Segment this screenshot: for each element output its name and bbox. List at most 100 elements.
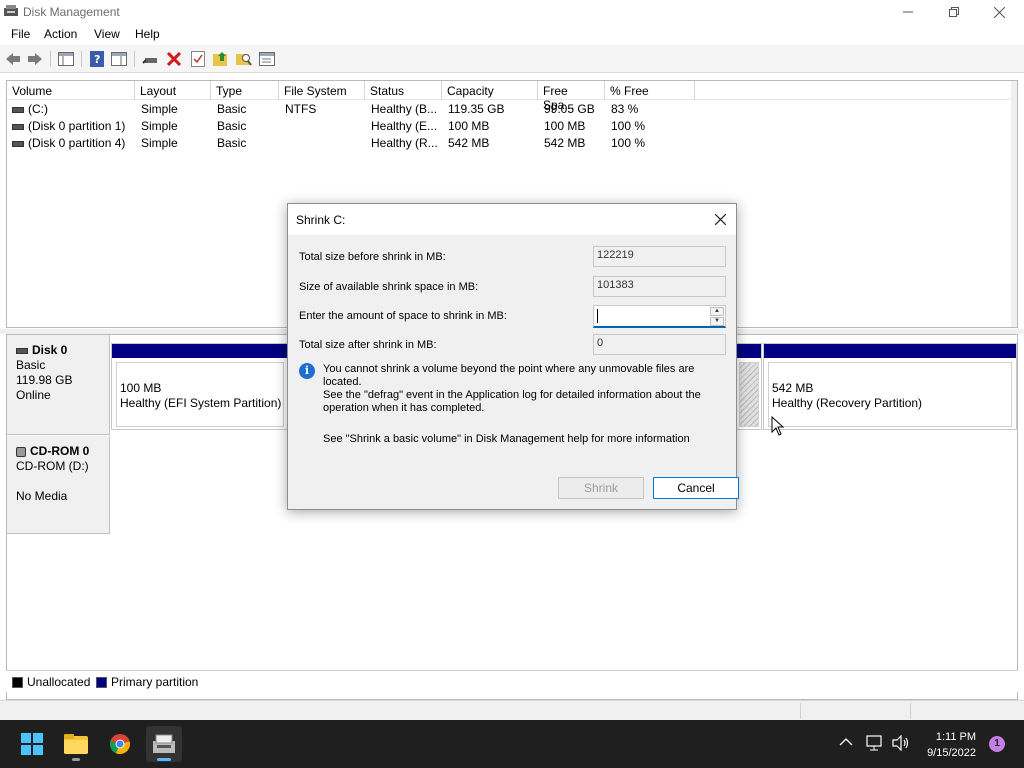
volume-name: (Disk 0 partition 4): [28, 136, 126, 150]
toolbar-separator: [81, 51, 82, 67]
check-document-icon: [191, 51, 205, 67]
legend-unallocated: Unallocated: [27, 675, 91, 689]
selected-partition-hatch: [739, 362, 759, 427]
col-header-capacity[interactable]: Capacity: [442, 81, 538, 100]
check-properties-button[interactable]: [189, 50, 207, 68]
windows-logo-icon: [21, 733, 43, 755]
col-header-layout[interactable]: Layout: [135, 81, 211, 100]
volume-button[interactable]: [892, 734, 910, 754]
cell-free-space: 99.05 GB: [544, 102, 595, 116]
dialog-title-bar: Shrink C:: [288, 204, 736, 235]
taskbar: 1:11 PM 9/15/2022 1: [0, 720, 1024, 768]
connect-disk-button[interactable]: [141, 50, 159, 68]
primary-partition-bar: [764, 344, 1016, 358]
spin-up-button[interactable]: ▲: [710, 307, 724, 316]
col-header-free-space[interactable]: Free Spa...: [538, 81, 605, 112]
network-button[interactable]: [866, 735, 884, 754]
cancel-button[interactable]: Cancel: [653, 477, 739, 499]
explore-button[interactable]: [235, 50, 253, 68]
menu-help[interactable]: Help: [135, 27, 160, 41]
open-folder-button[interactable]: [212, 50, 230, 68]
delete-button[interactable]: [165, 50, 183, 68]
status-bar: [0, 700, 1024, 720]
cell-status: Healthy (E...: [371, 119, 438, 133]
show-hidden-icons-button[interactable]: [839, 735, 853, 750]
disk-0-name-row: Disk 0: [16, 343, 109, 358]
status-segment: [800, 703, 910, 719]
cell-volume: (Disk 0 partition 1): [12, 119, 134, 133]
shrink-amount-input[interactable]: ▲ ▼: [593, 305, 726, 328]
efi-partition[interactable]: 100 MB Healthy (EFI System Partition): [111, 343, 289, 430]
cdrom-0-name: CD-ROM 0: [30, 444, 90, 458]
chevron-up-icon: [839, 738, 853, 746]
col-header-status[interactable]: Status: [365, 81, 442, 100]
cell-volume: (Disk 0 partition 4): [12, 136, 134, 150]
primary-partition-swatch: [96, 677, 107, 688]
console-tree-icon: [58, 52, 74, 66]
properties-window-icon: [259, 52, 275, 66]
properties-view-button[interactable]: [110, 50, 128, 68]
vertical-scrollbar[interactable]: [1011, 81, 1017, 327]
table-row[interactable]: (C:) Simple Basic NTFS Healthy (B... 119…: [7, 101, 1017, 118]
shrink-amount-label: Enter the amount of space to shrink in M…: [299, 310, 507, 322]
chrome-button[interactable]: [102, 726, 138, 762]
drive-icon: [12, 140, 24, 147]
folder-up-icon: [213, 52, 227, 66]
minimize-button[interactable]: [885, 0, 931, 24]
cell-file-system: NTFS: [285, 102, 317, 116]
col-header-type[interactable]: Type: [211, 81, 279, 100]
cdrom-0-label[interactable]: CD-ROM 0 CD-ROM (D:) No Media: [7, 436, 110, 534]
shrink-button[interactable]: Shrink: [558, 477, 644, 499]
help-button[interactable]: ?: [88, 50, 106, 68]
total-size-label: Total size before shrink in MB:: [299, 251, 446, 263]
drive-icon: [12, 106, 24, 113]
col-header-percent-free[interactable]: % Free: [605, 81, 695, 100]
clock[interactable]: 1:11 PM 9/15/2022: [927, 729, 976, 761]
legend-primary-partition: Primary partition: [111, 675, 199, 689]
mouse-cursor-icon: [771, 416, 785, 436]
cdrom-0-type: CD-ROM (D:): [16, 459, 89, 473]
recovery-partition-status: Healthy (Recovery Partition): [772, 396, 923, 410]
forward-button[interactable]: [26, 50, 44, 68]
spin-down-button[interactable]: ▼: [710, 317, 724, 326]
disk-management-icon: [153, 734, 175, 753]
recovery-partition[interactable]: 542 MB Healthy (Recovery Partition): [763, 343, 1017, 430]
after-shrink-label: Total size after shrink in MB:: [299, 339, 437, 351]
menu-file[interactable]: File: [11, 27, 30, 41]
cell-capacity: 542 MB: [448, 136, 490, 150]
properties-button[interactable]: [258, 50, 276, 68]
show-hide-console-tree-button[interactable]: [57, 50, 75, 68]
notification-badge[interactable]: 1: [989, 736, 1005, 752]
info-line-2: See the "defrag" event in the Applicatio…: [323, 389, 701, 401]
menu-action[interactable]: Action: [44, 27, 77, 41]
toolbar: ?: [0, 45, 1024, 73]
cell-layout: Simple: [141, 136, 178, 150]
menu-view[interactable]: View: [94, 27, 120, 41]
restore-button[interactable]: [931, 0, 977, 24]
title-bar: Disk Management: [0, 0, 1024, 24]
close-window-button[interactable]: [976, 0, 1022, 24]
cell-type: Basic: [217, 119, 247, 133]
table-row[interactable]: (Disk 0 partition 1) Simple Basic Health…: [7, 118, 1017, 135]
back-button[interactable]: [4, 50, 22, 68]
disk-0-size: 119.98 GB: [16, 373, 73, 387]
table-row[interactable]: (Disk 0 partition 4) Simple Basic Health…: [7, 135, 1017, 152]
disk-0-label[interactable]: Disk 0 Basic 119.98 GB Online: [7, 335, 110, 435]
disk-management-taskbar-button[interactable]: [146, 726, 182, 762]
menu-bar: File Action View Help: [0, 24, 1024, 45]
folder-icon: [64, 734, 88, 754]
primary-partition-bar: [737, 344, 761, 358]
file-explorer-button[interactable]: [58, 726, 94, 762]
info-line-1: You cannot shrink a volume beyond the po…: [323, 363, 695, 388]
dialog-close-button[interactable]: [706, 207, 734, 231]
chrome-icon: [109, 734, 130, 754]
start-button[interactable]: [14, 726, 50, 762]
col-header-volume[interactable]: Volume: [7, 81, 135, 100]
volume-name: (Disk 0 partition 1): [28, 119, 126, 133]
c-drive-partition[interactable]: [736, 343, 762, 430]
clock-time: 1:11 PM: [935, 731, 976, 743]
help-link-text[interactable]: See "Shrink a basic volume" in Disk Mana…: [323, 433, 690, 445]
col-header-file-system[interactable]: File System: [279, 81, 365, 100]
back-arrow-icon: [6, 53, 20, 65]
cell-volume: (C:): [12, 102, 134, 116]
